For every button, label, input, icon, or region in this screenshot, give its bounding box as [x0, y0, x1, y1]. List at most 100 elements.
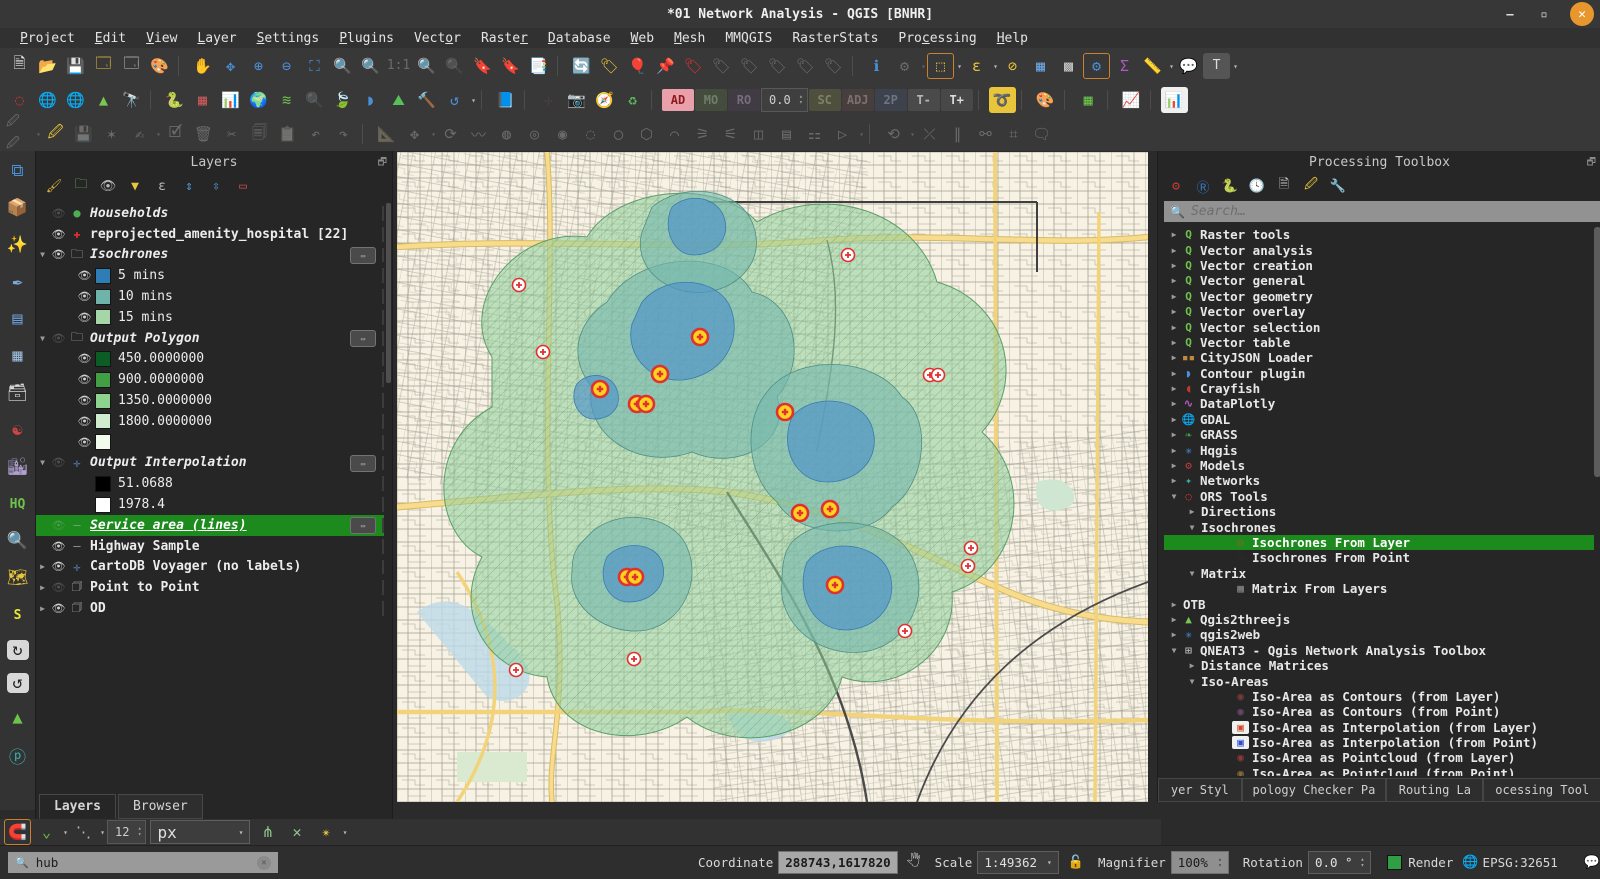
- tree-expand-arrow[interactable]: ▶: [1168, 292, 1180, 301]
- tree-expand-arrow[interactable]: ▶: [1168, 600, 1180, 609]
- topology-vertex[interactable]: 🧭: [591, 87, 618, 113]
- tree-expand-arrow[interactable]: ▶: [1168, 276, 1180, 285]
- layers-scrollbar[interactable]: [386, 203, 391, 383]
- angle-spinbox[interactable]: 0.0: [761, 88, 808, 112]
- menu-database[interactable]: Database: [538, 31, 621, 46]
- search-layers[interactable]: 🔭: [118, 87, 145, 113]
- new-project[interactable]: 🗎: [6, 53, 33, 79]
- layer-row-highway-sample[interactable]: 👁—Highway Sample: [36, 536, 384, 557]
- identify-features[interactable]: ℹ: [863, 53, 890, 79]
- table-manager-plus[interactable]: ▦: [1075, 87, 1102, 113]
- style-manager[interactable]: 🎨: [146, 53, 173, 79]
- algorithm-row-networks[interactable]: ▶✦Networks: [1164, 473, 1594, 488]
- text-annotation[interactable]: T: [1203, 53, 1230, 79]
- layer-visibility-eye-icon[interactable]: 👁: [49, 560, 68, 573]
- layer-visibility-eye-icon[interactable]: 👁: [49, 540, 68, 553]
- coordinate-input[interactable]: 288743,1617820: [778, 851, 897, 874]
- algorithm-row-qneat3-qgis-network-analysis-toolbox[interactable]: ▼⊞QNEAT3 - Qgis Network Analysis Toolbox: [1164, 643, 1594, 658]
- advanced-digitizing-sc[interactable]: SC: [809, 89, 841, 111]
- new-bookmark[interactable]: 🔖: [469, 53, 496, 79]
- processing-history-arrow[interactable]: ↺: [441, 87, 468, 113]
- filter-indicator-badge[interactable]: ▭: [350, 455, 376, 472]
- models-menu[interactable]: ⚙: [1166, 176, 1186, 196]
- quickosm-search[interactable]: 🔍: [5, 529, 31, 553]
- algorithm-row-crayfish[interactable]: ▶◖Crayfish: [1164, 381, 1594, 396]
- tree-expand-arrow[interactable]: ▶: [1186, 661, 1198, 670]
- filter-indicator-badge[interactable]: ▭: [350, 330, 376, 347]
- select-rectangle[interactable]: ⬚: [927, 53, 954, 79]
- layer-visibility-eye-icon[interactable]: 👁: [49, 207, 68, 220]
- algorithm-row-raster-tools[interactable]: ▶QRaster tools: [1164, 227, 1594, 242]
- locator-clear-icon[interactable]: ✕: [257, 856, 271, 870]
- nightly-hammer[interactable]: 🔨: [413, 87, 440, 113]
- add-layer[interactable]: ⧉: [5, 159, 31, 183]
- layer-row-od[interactable]: ▶👁🗇OD: [36, 598, 384, 619]
- algorithm-row-iso-area-as-interpolation-from-layer-[interactable]: ▣Iso-Area as Interpolation (from Layer): [1164, 720, 1594, 735]
- algorithm-row-iso-areas[interactable]: ▼Iso-Areas: [1164, 673, 1594, 688]
- attribute-table[interactable]: ▦: [1027, 53, 1054, 79]
- bookmark-manager[interactable]: 📑: [525, 53, 552, 79]
- layer-row-5-mins[interactable]: 👁5 mins: [36, 265, 384, 286]
- menu-vector[interactable]: Vector: [404, 31, 471, 46]
- osm-place-search[interactable]: 🌍: [245, 87, 272, 113]
- layer-visibility-eye-icon[interactable]: 👁: [49, 519, 68, 532]
- tree-expand-arrow[interactable]: ▶: [1168, 384, 1180, 393]
- qgis2threejs[interactable]: ▲: [90, 87, 117, 113]
- menu-plugins[interactable]: Plugins: [329, 31, 404, 46]
- algorithm-row-contour-plugin[interactable]: ▶◗Contour plugin: [1164, 366, 1594, 381]
- layer-row-reprojected-amenity-hospital-22-[interactable]: 👁✚reprojected_amenity_hospital [22]: [36, 224, 384, 245]
- algorithm-row-otb[interactable]: ▶OTB: [1164, 596, 1594, 611]
- menu-rasterstats[interactable]: RasterStats: [782, 31, 888, 46]
- menu-mmqgis[interactable]: MMQGIS: [715, 31, 782, 46]
- algorithm-row-hqgis[interactable]: ▶✳Hqgis: [1164, 442, 1594, 457]
- refresh-plugin[interactable]: ↻: [7, 640, 29, 660]
- menu-layer[interactable]: Layer: [187, 31, 246, 46]
- snapping-toggle[interactable]: 🧲: [4, 819, 31, 845]
- layer-visibility-eye-icon[interactable]: 👁: [75, 269, 94, 282]
- layer-visibility-eye-icon[interactable]: 👁: [75, 394, 94, 407]
- dataplotly[interactable]: 📊: [217, 87, 244, 113]
- algorithm-row-cityjson-loader[interactable]: ▶▪▪CityJSON Loader: [1164, 350, 1594, 365]
- layer-row-service-area-lines-[interactable]: 👁—Service area (lines)▭: [36, 515, 384, 536]
- topological-editing[interactable]: ⋔: [254, 819, 281, 845]
- deselect-all[interactable]: ⊘: [999, 53, 1026, 79]
- layer-row-10-mins[interactable]: 👁10 mins: [36, 286, 384, 307]
- layer-row-output-interpolation[interactable]: ▼👁✛Output Interpolation▭: [36, 453, 384, 474]
- results-viewer[interactable]: 🗎: [1274, 176, 1294, 196]
- refresh-map[interactable]: 🔄: [568, 53, 595, 79]
- maximize-button[interactable]: ▫: [1536, 6, 1552, 22]
- snapping-trace[interactable]: ✴: [312, 819, 339, 845]
- filter-indicator-badge[interactable]: ▭: [350, 517, 376, 534]
- tree-expand-arrow[interactable]: ▶: [1168, 615, 1180, 624]
- tree-expand-arrow[interactable]: ▶: [1168, 415, 1180, 424]
- tree-expand-arrow[interactable]: ▶: [1168, 353, 1180, 362]
- layer-row-900-0000000[interactable]: 👁900.0000000: [36, 369, 384, 390]
- contour-tool[interactable]: ◗: [357, 87, 384, 113]
- algorithm-row-iso-area-as-contours-from-point-[interactable]: ◉Iso-Area as Contours (from Point): [1164, 704, 1594, 719]
- tab-browser[interactable]: Browser: [118, 794, 203, 819]
- layer-labeling[interactable]: 🏷: [596, 53, 623, 79]
- render-checkbox[interactable]: [1387, 855, 1402, 870]
- layer-collapse-arrow[interactable]: ▼: [36, 250, 49, 259]
- snapping-mode[interactable]: ⌄: [33, 819, 60, 845]
- db-manager[interactable]: 🗃: [5, 381, 31, 405]
- pan-map[interactable]: ✋: [189, 53, 216, 79]
- algorithm-row-vector-creation[interactable]: ▶QVector creation: [1164, 258, 1594, 273]
- layer-row-1978-4[interactable]: 1978.4: [36, 494, 384, 515]
- zoom-full-extent[interactable]: ⛶: [301, 53, 328, 79]
- new-print-layout[interactable]: 🗔: [90, 53, 117, 79]
- algorithm-row-dataplotly[interactable]: ▶∿DataPlotly: [1164, 396, 1594, 411]
- filter-indicator-badge[interactable]: ▭: [350, 247, 376, 264]
- s-plugin[interactable]: S: [5, 603, 31, 627]
- menu-edit[interactable]: Edit: [85, 31, 136, 46]
- refresh-attributes[interactable]: ♻: [619, 87, 646, 113]
- advanced-digitizing-mo[interactable]: MO: [695, 89, 727, 111]
- tree-collapse-arrow[interactable]: ▼: [1168, 646, 1180, 655]
- layer-visibility-eye-icon[interactable]: 👁: [49, 248, 68, 261]
- tree-collapse-arrow[interactable]: ▼: [1186, 523, 1198, 532]
- tree-collapse-arrow[interactable]: ▼: [1168, 492, 1180, 501]
- sld4raster[interactable]: 🎨: [1032, 87, 1059, 113]
- tree-expand-arrow[interactable]: ▶: [1168, 261, 1180, 270]
- tree-expand-arrow[interactable]: ▶: [1168, 230, 1180, 239]
- save-project[interactable]: 💾: [62, 53, 89, 79]
